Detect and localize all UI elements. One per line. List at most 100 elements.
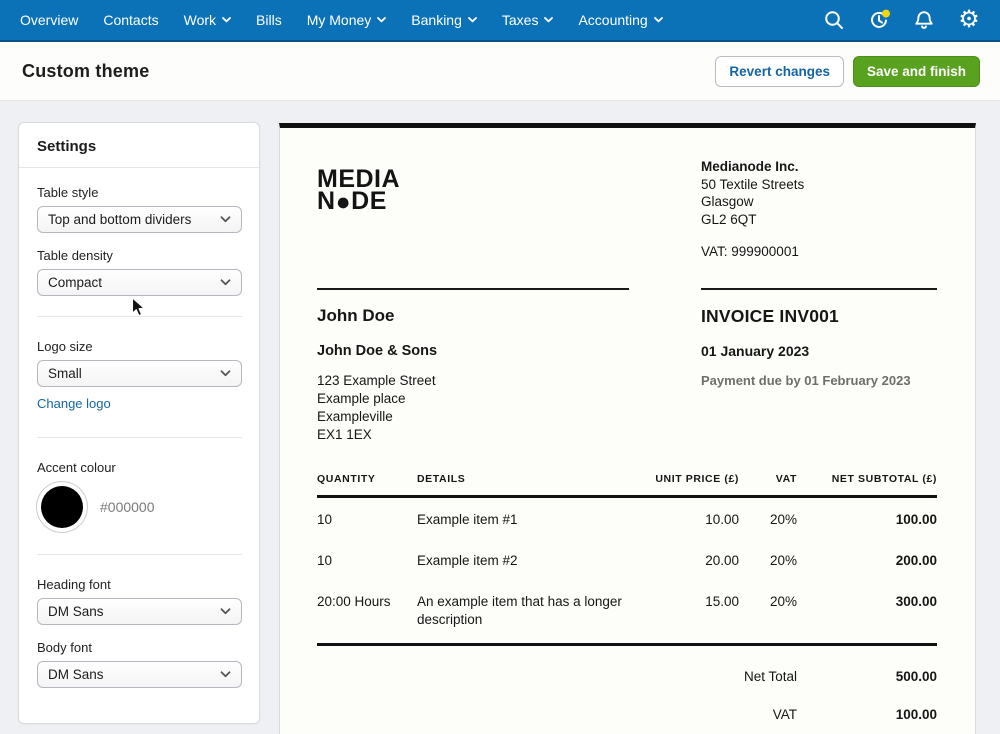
logo-size-select[interactable]: Small [37,360,242,387]
column-header-net-subtotal: NET SUBTOTAL (£) [797,473,937,497]
table-row: 10 Example item #2 20.00 20% 200.00 [317,539,937,580]
vat-total-row: VAT 100.00 [317,707,937,722]
table-density-label: Table density [37,248,242,263]
revert-changes-button[interactable]: Revert changes [715,56,844,87]
net-total-label: Net Total [744,669,797,684]
cell-vat: 20% [739,539,797,580]
logo-size-label: Logo size [37,339,242,354]
nav-item-label: Work [184,12,216,28]
table-row: 20:00 Hours An example item that has a l… [317,580,937,645]
accent-colour-label: Accent colour [37,460,242,475]
divider-line [317,288,629,290]
search-icon[interactable] [821,7,847,33]
table-density-select[interactable]: Compact [37,269,242,296]
table-density-value: Compact [48,275,220,290]
client-organisation: John Doe & Sons [317,343,437,359]
chevron-down-icon [220,216,231,223]
net-total-value: 500.00 [797,669,937,684]
nav-item-label: Overview [20,12,78,28]
invoice-items-table: QUANTITY DETAILS UNIT PRICE (£) VAT NET … [317,473,937,646]
cell-unit-price: 15.00 [647,580,739,645]
heading-font-label: Heading font [37,577,242,592]
body-font-value: DM Sans [48,667,220,682]
table-style-label: Table style [37,185,242,200]
bell-icon[interactable] [911,7,937,33]
nav-item-accounting[interactable]: Accounting [578,12,662,28]
company-name: Medianode Inc. [701,158,937,176]
company-logo: MEDIA N●DE [317,168,400,261]
settings-panel: Settings Table style Top and bottom divi… [18,122,260,724]
cell-vat: 20% [739,496,797,539]
nav-item-label: My Money [307,12,372,28]
divider-line [701,288,937,290]
chevron-down-icon [222,17,231,23]
nav-item-overview[interactable]: Overview [20,12,78,28]
nav-item-label: Taxes [502,12,539,28]
nav-item-label: Accounting [578,12,647,28]
logo-line-2b: DE [351,187,387,215]
chevron-down-icon [220,608,231,615]
page-header: Custom theme Revert changes Save and fin… [0,42,1000,101]
accent-colour-hex: #000000 [100,499,155,515]
column-header-unit-price: UNIT PRICE (£) [647,473,739,497]
save-and-finish-button[interactable]: Save and finish [853,56,980,87]
logo-size-value: Small [48,366,220,381]
cell-details: Example item #1 [417,496,647,539]
cell-details: An example item that has a longer descri… [417,580,647,645]
company-address-block: Medianode Inc. 50 Textile Streets Glasgo… [701,158,937,261]
page-title: Custom theme [22,61,149,82]
client-address: 123 Example Street Example place Example… [317,372,437,444]
table-style-select[interactable]: Top and bottom dividers [37,206,242,233]
nav-item-bills[interactable]: Bills [256,12,282,28]
nav-item-taxes[interactable]: Taxes [502,12,554,28]
heading-font-value: DM Sans [48,604,220,619]
timer-icon[interactable] [866,7,892,33]
logo-line-2: N [317,187,336,215]
divider-row [317,288,937,290]
column-header-quantity: QUANTITY [317,473,417,497]
body-font-label: Body font [37,640,242,655]
client-address-line: Exampleville [317,408,437,426]
settings-title: Settings [19,123,259,168]
logo-o-glyph: ● [336,191,352,213]
nav-item-work[interactable]: Work [184,12,231,28]
chevron-down-icon [654,17,663,23]
client-address-line: EX1 1EX [317,426,437,444]
chevron-down-icon [220,279,231,286]
nav-item-contacts[interactable]: Contacts [103,12,158,28]
invoice-preview: MEDIA N●DE Medianode Inc. 50 Textile Str… [279,123,976,734]
nav-item-banking[interactable]: Banking [411,12,477,28]
divider [37,437,242,438]
vat-total-label: VAT [773,707,797,722]
cell-quantity: 20:00 Hours [317,580,417,645]
invoice-title: INVOICE INV001 [701,306,937,327]
column-header-vat: VAT [739,473,797,497]
column-header-details: DETAILS [417,473,647,497]
client-name: John Doe [317,306,437,326]
cell-quantity: 10 [317,496,417,539]
content-area: Settings Table style Top and bottom divi… [0,101,1000,734]
chevron-down-icon [377,17,386,23]
cell-vat: 20% [739,580,797,645]
cell-unit-price: 20.00 [647,539,739,580]
company-address-line: GL2 6QT [701,211,937,229]
cell-unit-price: 10.00 [647,496,739,539]
top-navigation: Overview Contacts Work Bills My Money Ba… [0,0,1000,42]
cell-details: Example item #2 [417,539,647,580]
chevron-down-icon [544,17,553,23]
company-address-line: Glasgow [701,193,937,211]
company-address-line: 50 Textile Streets [701,176,937,194]
table-style-value: Top and bottom dividers [48,212,220,227]
body-font-select[interactable]: DM Sans [37,661,242,688]
heading-font-select[interactable]: DM Sans [37,598,242,625]
gear-icon[interactable]: ⚙ [956,7,982,33]
chevron-down-icon [468,17,477,23]
chevron-down-icon [220,370,231,377]
vat-total-value: 100.00 [797,707,937,722]
nav-item-my-money[interactable]: My Money [307,12,387,28]
net-total-row: Net Total 500.00 [317,669,937,684]
table-row: 10 Example item #1 10.00 20% 100.00 [317,496,937,539]
accent-colour-swatch[interactable] [41,486,83,528]
cell-net-subtotal: 200.00 [797,539,937,580]
change-logo-link[interactable]: Change logo [37,396,111,411]
